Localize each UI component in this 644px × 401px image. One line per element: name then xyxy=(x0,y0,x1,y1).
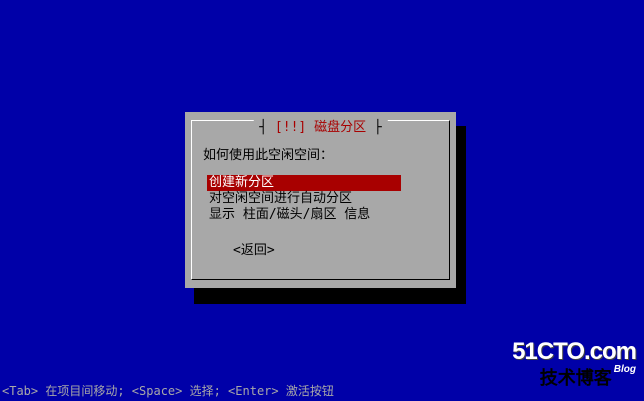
option-menu: 创建新分区 对空闲空间进行自动分区 显示 柱面/磁头/扇区 信息 xyxy=(207,175,401,223)
option-show-chs-info[interactable]: 显示 柱面/磁头/扇区 信息 xyxy=(207,207,401,223)
dialog-title-text: 磁盘分区 xyxy=(314,120,367,135)
watermark-subtitle: 技术博客 Blog xyxy=(512,364,636,390)
option-create-partition[interactable]: 创建新分区 xyxy=(207,175,401,191)
dialog-title-priority: [!!] xyxy=(274,120,307,135)
installer-screen: ┤ [!!] 磁盘分区 ├ 如何使用此空闲空间： 创建新分区 对空闲空间进行自动… xyxy=(0,0,644,401)
partition-dialog: ┤ [!!] 磁盘分区 ├ 如何使用此空闲空间： 创建新分区 对空闲空间进行自动… xyxy=(185,112,456,288)
dialog-prompt: 如何使用此空闲空间： xyxy=(203,148,334,163)
dialog-title: ┤ [!!] 磁盘分区 ├ xyxy=(253,120,388,136)
option-auto-partition[interactable]: 对空闲空间进行自动分区 xyxy=(207,191,401,207)
watermark-site: 51CTO.com xyxy=(512,338,637,365)
site-watermark: 51CTO.com 技术博客 Blog xyxy=(512,338,637,390)
watermark-badge: Blog xyxy=(613,364,636,375)
help-line: <Tab> 在项目间移动; <Space> 选择; <Enter> 激活按钮 xyxy=(2,384,334,398)
watermark-subtitle-text: 技术博客 xyxy=(539,368,612,388)
back-button[interactable]: <返回> xyxy=(233,239,275,258)
